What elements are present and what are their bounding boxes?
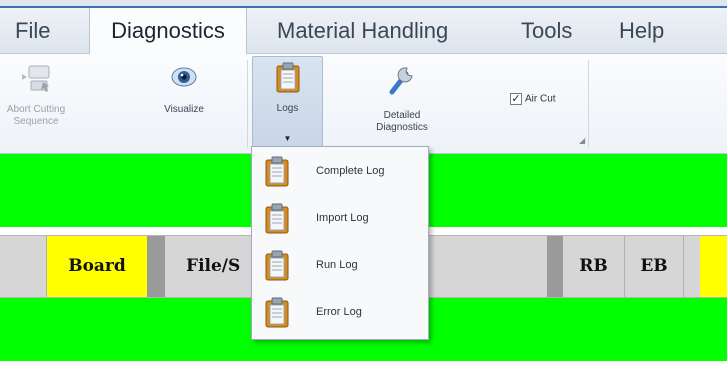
air-cut-label: Air Cut xyxy=(525,93,556,105)
group-launcher-icon[interactable]: ◢ xyxy=(579,136,585,145)
abort-cutting-sequence-button[interactable]: Abort Cutting Sequence xyxy=(2,58,70,150)
ribbon-separator xyxy=(588,60,589,148)
clipboard-icon xyxy=(264,203,290,238)
logs-dropdown-menu: Complete Log Import Log Run Log Error Lo… xyxy=(251,146,429,340)
wrench-icon xyxy=(386,60,418,100)
logs-label: Logs xyxy=(276,103,299,114)
menu-item-import-log[interactable]: Import Log xyxy=(258,198,422,240)
detailed-diagnostics-label: Detailed Diagnostics xyxy=(376,110,428,133)
menu-file[interactable]: File xyxy=(6,8,59,54)
header-rb[interactable]: RB xyxy=(563,236,624,297)
header-board[interactable]: Board xyxy=(47,236,147,297)
header-partial-cell xyxy=(700,236,727,297)
menu-item-label: Error Log xyxy=(316,306,362,318)
logs-button[interactable]: Logs ▼ xyxy=(252,56,323,148)
menu-item-error-log[interactable]: Error Log xyxy=(258,292,422,334)
menu-item-run-log[interactable]: Run Log xyxy=(258,245,422,287)
abort-sequence-icon xyxy=(19,64,53,98)
menu-diagnostics[interactable]: Diagnostics xyxy=(89,8,247,55)
menu-tools[interactable]: Tools xyxy=(512,8,581,54)
abort-cutting-sequence-label: Abort Cutting Sequence xyxy=(6,104,66,127)
ribbon-separator xyxy=(247,60,248,148)
dropdown-arrow-icon: ▼ xyxy=(283,134,292,143)
header-eb[interactable]: EB xyxy=(625,236,683,297)
column-divider xyxy=(547,236,563,297)
detailed-diagnostics-button[interactable]: Detailed Diagnostics xyxy=(362,58,442,150)
column-divider xyxy=(147,236,165,297)
clipboard-icon xyxy=(264,156,290,191)
ribbon: Abort Cutting Sequence Visualize Logs ▼ … xyxy=(0,54,727,154)
menu-bar: File Diagnostics Material Handling Tools… xyxy=(0,8,727,55)
visualize-label: Visualize xyxy=(164,104,204,115)
clipboard-icon xyxy=(264,297,290,332)
menu-help[interactable]: Help xyxy=(610,8,673,54)
menu-material-handling[interactable]: Material Handling xyxy=(268,8,457,54)
clipboard-icon xyxy=(275,62,301,98)
checkmark-icon: ✓ xyxy=(510,93,522,105)
clipboard-icon xyxy=(264,250,290,285)
visualize-button[interactable]: Visualize xyxy=(150,58,218,150)
window-top-border xyxy=(0,0,727,8)
eye-icon xyxy=(169,64,199,94)
menu-item-label: Run Log xyxy=(316,259,358,271)
menu-item-complete-log[interactable]: Complete Log xyxy=(258,151,422,193)
menu-item-label: Import Log xyxy=(316,212,369,224)
menu-item-label: Complete Log xyxy=(316,165,385,177)
air-cut-checkbox[interactable]: ✓ Air Cut xyxy=(510,93,556,105)
